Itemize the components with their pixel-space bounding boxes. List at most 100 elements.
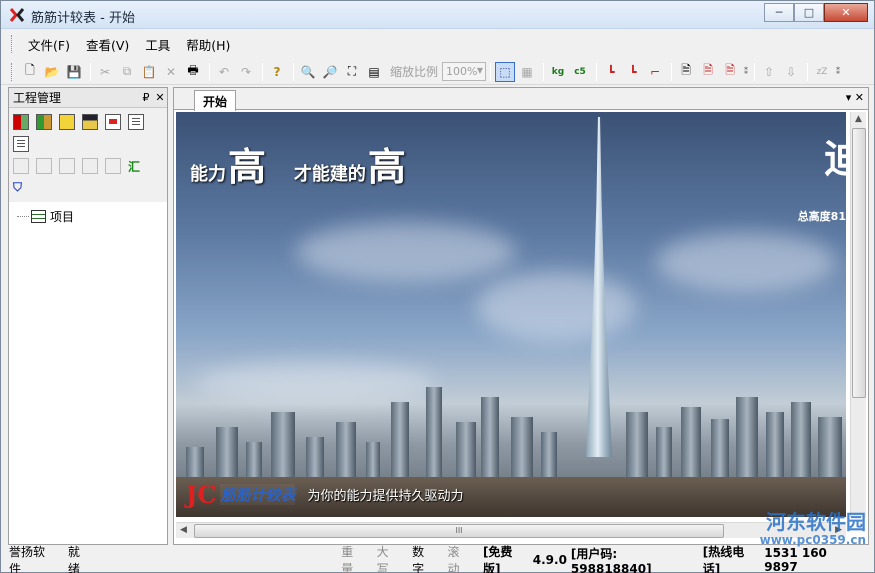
add-member-icon[interactable] <box>36 114 52 130</box>
bend-shape-c-icon[interactable]: ⌐ <box>645 62 665 82</box>
grid-icon[interactable]: ▦ <box>517 62 537 82</box>
scroll-up-icon[interactable]: ▲ <box>855 114 862 124</box>
scroll-left-icon[interactable]: ◀ <box>180 525 187 535</box>
tree-item-label: 项目 <box>50 209 75 224</box>
panel-toolbar: 汇 ⛉ <box>9 108 167 202</box>
tab-controls: ▾ ✕ <box>846 91 864 104</box>
bend-shape-b-icon[interactable]: ┗ <box>623 62 643 82</box>
maximize-button[interactable]: □ <box>794 3 824 22</box>
panel-title: 工程管理 <box>13 91 62 105</box>
watermark-url: www.pc0359.cn <box>759 533 866 547</box>
sort-icon[interactable]: zZ <box>812 62 832 82</box>
bend-shape-a-icon[interactable]: ┗ <box>601 62 621 82</box>
separator <box>596 62 598 81</box>
folder-icon[interactable] <box>59 114 75 130</box>
minimize-button[interactable]: ─ <box>764 3 794 22</box>
cut-icon[interactable] <box>13 158 29 174</box>
menu-view[interactable]: 查看(V) <box>78 35 137 54</box>
page-view-icon[interactable]: ▤ <box>364 62 384 82</box>
status-edition: [免费版] <box>482 545 513 573</box>
toolbar-overflow-icon[interactable]: ⁑ <box>742 62 750 82</box>
document-area: 开始 ▾ ✕ 能力高 才能建的高 迪 总高度81 JC 筋筋计较表 为你的能力提… <box>173 87 869 545</box>
status-version: 4.9.0 <box>532 553 567 567</box>
brand-name: 筋筋计较表 <box>220 484 296 505</box>
copy-icon[interactable]: ⧉ <box>117 62 137 82</box>
panel-close-icon[interactable]: ✕ <box>153 91 167 104</box>
separator <box>293 62 294 81</box>
rename-icon[interactable] <box>105 158 121 174</box>
document-icon[interactable] <box>128 114 144 130</box>
move-down-icon[interactable]: ⇩ <box>781 62 801 82</box>
new-file-icon[interactable]: 🗋 <box>20 62 40 82</box>
status-user-code: [用户码: 598818840] <box>570 546 652 573</box>
add-component-icon[interactable] <box>13 114 29 130</box>
menu-help[interactable]: 帮助(H) <box>178 35 238 54</box>
import-icon[interactable]: 🗎 <box>720 62 740 82</box>
zoom-fit-icon[interactable]: ⛶ <box>342 62 362 82</box>
vertical-scroll-thumb[interactable] <box>852 128 866 398</box>
brand-strip: JC 筋筋计较表 为你的能力提供持久驱动力 <box>186 480 464 509</box>
tab-list-icon[interactable]: ▾ <box>846 91 852 104</box>
filter-icon[interactable]: ⛉ <box>13 180 29 196</box>
flag-icon[interactable] <box>82 114 98 130</box>
zoom-label: 缩放比例 <box>390 65 439 79</box>
menu-tools[interactable]: 工具 <box>137 35 178 54</box>
horizontal-scroll-thumb[interactable]: III <box>194 524 724 538</box>
copy-icon[interactable] <box>36 158 52 174</box>
menu-grip[interactable] <box>11 35 14 53</box>
tab-start[interactable]: 开始 <box>194 90 237 111</box>
toolbar-grip[interactable] <box>11 62 14 81</box>
status-caps: 大写 <box>376 545 389 573</box>
rebar-calc-icon[interactable]: c5 <box>570 62 590 82</box>
print-icon[interactable]: 🖶 <box>183 62 203 82</box>
report-icon[interactable]: 🗎 <box>698 62 718 82</box>
move-up-icon[interactable]: ⇧ <box>759 62 779 82</box>
pin-icon[interactable]: ₽ <box>139 91 153 104</box>
delete-icon[interactable] <box>82 158 98 174</box>
cut-icon[interactable]: ✂ <box>95 62 115 82</box>
banner-right-caption: 总高度81 <box>797 210 846 223</box>
vertical-scrollbar[interactable]: ▲ <box>850 112 866 517</box>
toolbar-overflow-icon[interactable]: ⁑ <box>834 62 842 82</box>
slogan-b-small: 才能建的 <box>293 164 366 185</box>
close-button[interactable]: ✕ <box>824 3 868 22</box>
separator <box>671 62 673 81</box>
rebar-kg-icon[interactable]: kg <box>548 62 568 82</box>
brand-slogan: 为你的能力提供持久驱动力 <box>307 489 464 504</box>
zoom-in-icon[interactable]: 🔍 <box>298 62 318 82</box>
app-window: 筋筋计较表 - 开始 ─ □ ✕ 文件(F) 查看(V) 工具 帮助(H) 🗋 … <box>0 0 875 573</box>
window-title: 筋筋计较表 - 开始 <box>31 11 135 26</box>
tree-item-project[interactable]: 项目 <box>17 206 159 226</box>
separator <box>262 62 263 81</box>
menu-bar: 文件(F) 查看(V) 工具 帮助(H) <box>1 30 874 58</box>
select-mode-icon[interactable]: ⬚ <box>495 61 516 82</box>
paste-icon[interactable]: 📋 <box>139 62 159 82</box>
app-logo-icon <box>9 8 25 22</box>
status-company: 誉扬软件 <box>9 545 46 573</box>
separator <box>90 62 91 81</box>
undo-icon[interactable]: ↶ <box>214 62 234 82</box>
tab-close-icon[interactable]: ✕ <box>855 91 864 104</box>
status-scroll: 滚动 <box>447 545 460 573</box>
menu-file[interactable]: 文件(F) <box>20 35 78 54</box>
panel-header: 工程管理 ₽ ✕ <box>9 88 167 108</box>
red-document-icon[interactable] <box>105 114 121 130</box>
status-hotline: [热线电话] <box>702 545 745 573</box>
tab-strip: 开始 ▾ ✕ <box>174 88 868 111</box>
redo-icon[interactable]: ↷ <box>236 62 256 82</box>
save-icon[interactable]: 💾 <box>64 62 84 82</box>
horizontal-scrollbar[interactable]: ◀ III ▶ <box>176 522 846 538</box>
delete-icon[interactable]: ✕ <box>161 62 181 82</box>
properties-icon[interactable] <box>13 136 29 152</box>
zoom-select[interactable]: 100% ▼ <box>442 62 487 81</box>
sum-icon[interactable]: 汇 <box>128 158 144 174</box>
paste-icon[interactable] <box>59 158 75 174</box>
brand-logo: JC <box>186 480 217 509</box>
open-folder-icon[interactable]: 📂 <box>42 62 62 82</box>
zoom-out-icon[interactable]: 🔎 <box>320 62 340 82</box>
table-icon <box>31 209 46 223</box>
export-icon[interactable]: 🗎 <box>676 62 696 82</box>
help-icon[interactable]: ? <box>267 62 287 82</box>
project-panel: 工程管理 ₽ ✕ 汇 ⛉ 项目 <box>8 87 168 545</box>
zoom-value: 100% <box>446 65 478 78</box>
